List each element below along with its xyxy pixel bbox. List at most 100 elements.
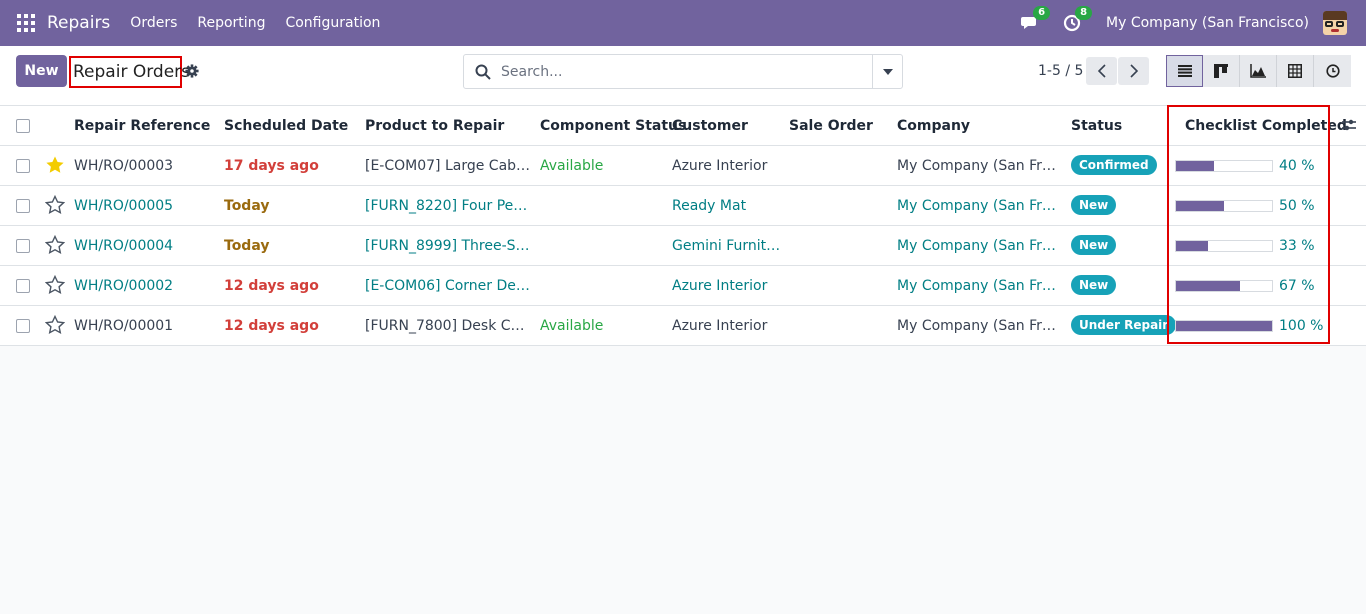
star-outline-icon[interactable]: [45, 195, 65, 215]
list-icon: [1177, 65, 1192, 77]
status-badge: Under Repair: [1071, 315, 1177, 335]
status-badge: New: [1071, 275, 1117, 295]
activity-view-button[interactable]: [1314, 55, 1351, 87]
checklist-percentage: 100 %: [1279, 318, 1324, 334]
row-checkbox[interactable]: [16, 239, 30, 253]
pager-value[interactable]: 1-5 / 5: [1038, 63, 1083, 79]
pivot-view-button[interactable]: [1277, 55, 1314, 87]
table-row[interactable]: WH/RO/00005 Today [FURN_8220] Four Perso…: [0, 186, 1366, 226]
optional-columns-icon[interactable]: [1341, 117, 1357, 133]
row-checkbox[interactable]: [16, 199, 30, 213]
messages-button[interactable]: 6: [1020, 6, 1051, 33]
cell-component-status: [540, 266, 666, 306]
cell-scheduled-date: Today: [224, 198, 270, 214]
list-view-button[interactable]: [1166, 55, 1203, 87]
checklist-percentage: 33 %: [1279, 238, 1315, 254]
cell-company: My Company (San Francisco): [897, 158, 1061, 174]
cell-component-status: [540, 226, 666, 266]
cell-company: My Company (San Francisco): [897, 318, 1061, 334]
activities-count-badge: 8: [1075, 6, 1093, 20]
header-product[interactable]: Product to Repair: [365, 106, 504, 146]
cell-product: [FURN_8999] Three-Seat Sofa: [365, 238, 531, 254]
cell-scheduled-date: 17 days ago: [224, 158, 319, 174]
row-checkbox[interactable]: [16, 159, 30, 173]
caret-down-icon: [882, 68, 893, 75]
star-filled-icon[interactable]: [45, 155, 65, 175]
cell-product: [E-COM07] Large Cabinet: [365, 158, 531, 174]
cell-component-status: [540, 186, 666, 226]
new-button[interactable]: New: [16, 55, 67, 87]
checklist-progress-bar: [1175, 320, 1273, 332]
app-name[interactable]: Repairs: [47, 13, 110, 33]
status-badge: Confirmed: [1071, 155, 1157, 175]
control-panel: New Repair Orders 1-5 / 5: [0, 46, 1366, 106]
menu-configuration[interactable]: Configuration: [285, 15, 380, 31]
chevron-right-icon: [1129, 64, 1138, 78]
checklist-progress-bar: [1175, 160, 1273, 172]
company-switcher[interactable]: My Company (San Francisco): [1106, 15, 1309, 31]
kanban-view-button[interactable]: [1203, 55, 1240, 87]
repair-orders-table: Repair Reference Scheduled Date Product …: [0, 106, 1366, 346]
menu-reporting[interactable]: Reporting: [197, 15, 265, 31]
apps-menu-icon[interactable]: [17, 14, 35, 32]
star-outline-icon[interactable]: [45, 315, 65, 335]
header-company[interactable]: Company: [897, 106, 970, 146]
cell-company: My Company (San Francisco): [897, 198, 1061, 214]
search-bar: [463, 54, 903, 89]
status-badge: New: [1071, 235, 1117, 255]
graph-icon: [1250, 64, 1266, 78]
page-title: Repair Orders: [69, 56, 190, 88]
checklist-percentage: 40 %: [1279, 158, 1315, 174]
pivot-icon: [1288, 64, 1302, 78]
graph-view-button[interactable]: [1240, 55, 1277, 87]
cell-customer: Azure Interior: [672, 158, 768, 174]
header-repair-reference[interactable]: Repair Reference: [74, 106, 210, 146]
search-options-toggle[interactable]: [872, 55, 902, 88]
header-checklist-completed[interactable]: Checklist Completed: [1185, 106, 1347, 146]
star-outline-icon[interactable]: [45, 275, 65, 295]
checklist-progress-bar: [1175, 240, 1273, 252]
cell-scheduled-date: 12 days ago: [224, 318, 319, 334]
menu-orders[interactable]: Orders: [130, 15, 177, 31]
table-header: Repair Reference Scheduled Date Product …: [0, 106, 1366, 146]
star-outline-icon[interactable]: [45, 235, 65, 255]
cell-product: [E-COM06] Corner Desk Right Sit: [365, 278, 531, 294]
checklist-percentage: 67 %: [1279, 278, 1315, 294]
cell-scheduled-date: Today: [224, 238, 270, 254]
row-checkbox[interactable]: [16, 279, 30, 293]
cell-customer: Azure Interior: [672, 318, 768, 334]
top-navbar: Repairs Orders Reporting Configuration 6…: [0, 0, 1366, 46]
cell-customer: Ready Mat: [672, 198, 747, 214]
table-row[interactable]: WH/RO/00001 12 days ago [FURN_7800] Desk…: [0, 306, 1366, 346]
pager-previous-button[interactable]: [1086, 57, 1117, 85]
search-input[interactable]: [501, 63, 861, 80]
table-row[interactable]: WH/RO/00003 17 days ago [E-COM07] Large …: [0, 146, 1366, 186]
chevron-left-icon: [1097, 64, 1106, 78]
cell-reference: WH/RO/00003: [74, 158, 174, 174]
cell-customer: Azure Interior: [672, 278, 768, 294]
checklist-progress-bar: [1175, 280, 1273, 292]
activities-button[interactable]: 8: [1062, 6, 1093, 33]
view-switcher: [1166, 55, 1351, 87]
cell-company: My Company (San Francisco): [897, 238, 1061, 254]
header-status[interactable]: Status: [1071, 106, 1122, 146]
header-sale-order[interactable]: Sale Order: [789, 106, 873, 146]
table-row[interactable]: WH/RO/00004 Today [FURN_8999] Three-Seat…: [0, 226, 1366, 266]
messages-count-badge: 6: [1033, 6, 1051, 20]
search-icon: [475, 64, 491, 80]
table-row[interactable]: WH/RO/00002 12 days ago [E-COM06] Corner…: [0, 266, 1366, 306]
gear-icon[interactable]: [185, 64, 199, 78]
select-all-checkbox[interactable]: [16, 119, 30, 133]
cell-component-status: Available: [540, 158, 604, 174]
user-avatar[interactable]: [1323, 11, 1347, 35]
header-customer[interactable]: Customer: [672, 106, 748, 146]
cell-company: My Company (San Francisco): [897, 278, 1061, 294]
cell-customer: Gemini Furniture: [672, 238, 784, 254]
cell-reference: WH/RO/00004: [74, 238, 174, 254]
header-component-status[interactable]: Component Status: [540, 106, 686, 146]
pager-next-button[interactable]: [1118, 57, 1149, 85]
header-scheduled-date[interactable]: Scheduled Date: [224, 106, 348, 146]
row-checkbox[interactable]: [16, 319, 30, 333]
cell-reference: WH/RO/00001: [74, 318, 174, 334]
kanban-icon: [1214, 64, 1228, 78]
